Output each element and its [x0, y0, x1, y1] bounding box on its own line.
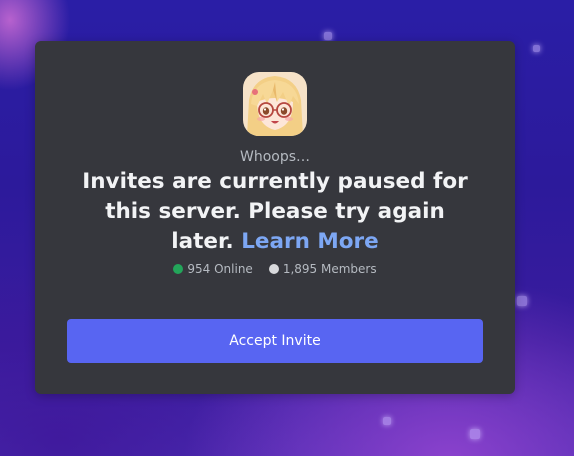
invite-message: Invites are currently paused for this se… — [75, 167, 475, 257]
background-sparkle — [324, 32, 332, 40]
online-dot-icon — [173, 264, 184, 274]
anime-girl-avatar-icon — [243, 72, 307, 136]
background-sparkle — [517, 296, 527, 306]
background-sparkle — [470, 429, 480, 439]
background-sparkle — [383, 417, 391, 425]
invite-card: Whoops… Invites are currently paused for… — [35, 41, 515, 394]
invite-subtitle: Whoops… — [239, 149, 311, 165]
members-stat: 1,895 Members — [268, 262, 377, 276]
members-dot-icon — [268, 264, 279, 274]
online-stat: 954 Online — [173, 262, 253, 276]
server-icon — [243, 72, 307, 136]
learn-more-link[interactable]: Learn More — [241, 229, 379, 254]
member-count: 1,895 Members — [282, 262, 377, 276]
online-count: 954 Online — [187, 262, 253, 276]
background-sparkle — [533, 45, 540, 52]
server-stats: 954 Online 1,895 Members — [35, 262, 515, 276]
accept-invite-button[interactable]: Accept Invite — [67, 319, 483, 363]
